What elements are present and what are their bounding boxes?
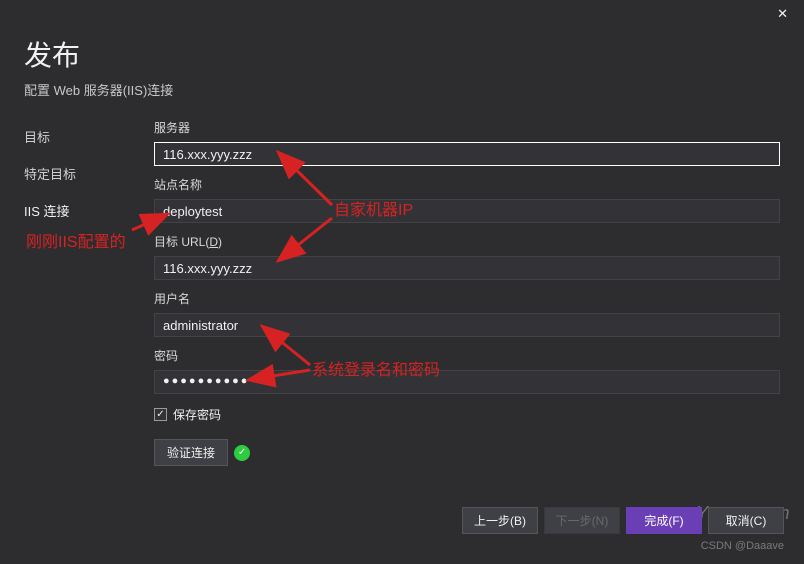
form-main: 服务器 站点名称 目标 URL(D) 用户名 密码 ●●●●●●●●●● ✓ 保… — [154, 115, 780, 466]
site-label: 站点名称 — [154, 176, 780, 193]
sidebar: 目标 特定目标 IIS 连接 — [24, 115, 154, 466]
desturl-label: 目标 URL(D) — [154, 233, 780, 250]
credit-text: CSDN @Daaave — [701, 540, 784, 552]
sidebar-item-target[interactable]: 目标 — [24, 125, 154, 148]
back-button[interactable]: 上一步(B) — [462, 507, 538, 534]
save-password-checkbox[interactable]: ✓ — [154, 408, 167, 421]
desturl-input[interactable] — [154, 256, 780, 280]
page-title: 发布 — [24, 34, 780, 74]
cancel-button[interactable]: 取消(C) — [708, 507, 784, 534]
check-circle-icon: ✓ — [234, 445, 250, 461]
site-input[interactable] — [154, 199, 780, 223]
sidebar-item-specific-target[interactable]: 特定目标 — [24, 162, 154, 185]
server-label: 服务器 — [154, 119, 780, 136]
password-label: 密码 — [154, 347, 780, 364]
next-button: 下一步(N) — [544, 507, 620, 534]
server-input[interactable] — [154, 142, 780, 166]
sidebar-item-iis-connection[interactable]: IIS 连接 — [24, 199, 154, 222]
save-password-label: 保存密码 — [173, 406, 221, 423]
password-input[interactable]: ●●●●●●●●●● — [154, 370, 780, 394]
user-label: 用户名 — [154, 290, 780, 307]
finish-button[interactable]: 完成(F) — [626, 507, 702, 534]
validate-connection-button[interactable]: 验证连接 — [154, 439, 228, 466]
close-icon[interactable]: ✕ — [771, 4, 794, 24]
page-subtitle: 配置 Web 服务器(IIS)连接 — [24, 80, 780, 99]
username-input[interactable] — [154, 313, 780, 337]
